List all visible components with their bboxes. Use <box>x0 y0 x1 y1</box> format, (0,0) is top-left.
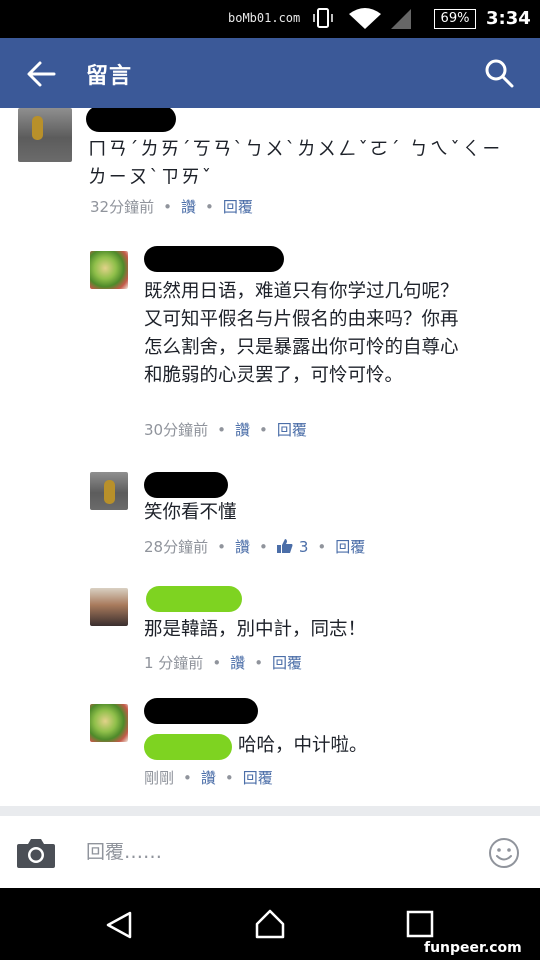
watermark: funpeer.com <box>424 940 522 956</box>
reply-button[interactable]: 回覆 <box>243 769 273 787</box>
page-title: 留言 <box>86 64 133 89</box>
comment-time: 1 分鐘前 <box>144 654 204 672</box>
avatar[interactable] <box>18 108 72 162</box>
comment-list: ㄇㄢˊㄌㄞˊㄎㄢˋㄅㄨˋㄌㄨㄥˇㄛˊ ㄅㄟˇㄑㄧ ㄌㄧㄡˋㄗㄞˇ 32分鐘前 • 讚… <box>0 108 540 808</box>
like-count: 3 <box>298 538 309 556</box>
comment-text: 笑你看不懂 <box>144 502 237 523</box>
clock: 3:34 <box>486 8 531 29</box>
nav-back-icon[interactable] <box>104 910 134 940</box>
comment-text: 那是韓語，別中計，同志！ <box>144 619 367 640</box>
redacted-name <box>86 108 176 132</box>
reply-button[interactable]: 回覆 <box>277 421 307 439</box>
like-button[interactable]: 讚 <box>230 654 245 672</box>
nav-home-icon[interactable] <box>254 908 286 940</box>
comment-time: 30分鐘前 <box>144 421 209 439</box>
nav-recents-icon[interactable] <box>406 910 434 938</box>
wifi-icon <box>349 8 381 29</box>
like-button[interactable]: 讚 <box>235 538 250 556</box>
comment-text: 哈哈，中计啦。 <box>238 735 368 756</box>
like-button[interactable]: 讚 <box>181 198 196 216</box>
avatar[interactable] <box>90 472 128 510</box>
status-bar: boMb01.com 69% 3:34 <box>0 0 540 38</box>
divider <box>0 806 540 816</box>
comment-meta: 28分鐘前 • 讚 • 3 • 回覆 <box>144 538 366 556</box>
vibrate-icon <box>313 8 333 28</box>
comment-time: 28分鐘前 <box>144 538 209 556</box>
signal-icon <box>391 9 411 29</box>
carrier-label: boMb01.com <box>228 11 301 25</box>
like-button[interactable]: 讚 <box>201 769 216 787</box>
system-nav-bar: funpeer.com <box>0 888 540 960</box>
avatar[interactable] <box>90 704 128 742</box>
reply-button[interactable]: 回覆 <box>335 538 365 556</box>
comment-meta: 30分鐘前 • 讚 • 回覆 <box>144 421 307 439</box>
reply-button[interactable]: 回覆 <box>272 654 302 672</box>
redacted-name <box>144 246 284 272</box>
comment-meta: 32分鐘前 • 讚 • 回覆 <box>90 198 253 216</box>
reply-input[interactable] <box>86 838 466 866</box>
thumbs-up-icon <box>276 539 293 553</box>
reply-button[interactable]: 回覆 <box>223 198 253 216</box>
comment-text: 既然用日语，难道只有你学过几句呢？又可知平假名与片假名的由来吗？你再怎么割舍，只… <box>144 281 459 386</box>
redacted-name <box>146 586 242 612</box>
avatar[interactable] <box>90 588 128 626</box>
redacted-mention <box>144 734 232 760</box>
reply-composer <box>0 816 540 888</box>
arrow-left-icon[interactable] <box>26 60 56 88</box>
camera-icon[interactable] <box>16 837 56 869</box>
avatar[interactable] <box>90 251 128 289</box>
search-icon[interactable] <box>484 58 514 88</box>
battery-indicator: 69% <box>434 9 476 29</box>
comment-time: 32分鐘前 <box>90 198 155 216</box>
comment-text: ㄇㄢˊㄌㄞˊㄎㄢˋㄅㄨˋㄌㄨㄥˇㄛˊ ㄅㄟˇㄑㄧ ㄌㄧㄡˋㄗㄞˇ <box>88 139 503 188</box>
comment-meta: 剛剛 • 讚 • 回覆 <box>144 769 273 787</box>
like-button[interactable]: 讚 <box>235 421 250 439</box>
redacted-name <box>144 698 258 724</box>
app-header: 留言 <box>0 38 540 108</box>
comment-meta: 1 分鐘前 • 讚 • 回覆 <box>144 654 303 672</box>
comment-time: 剛剛 <box>144 769 175 787</box>
emoji-icon[interactable] <box>488 837 520 869</box>
redacted-name <box>144 472 228 498</box>
